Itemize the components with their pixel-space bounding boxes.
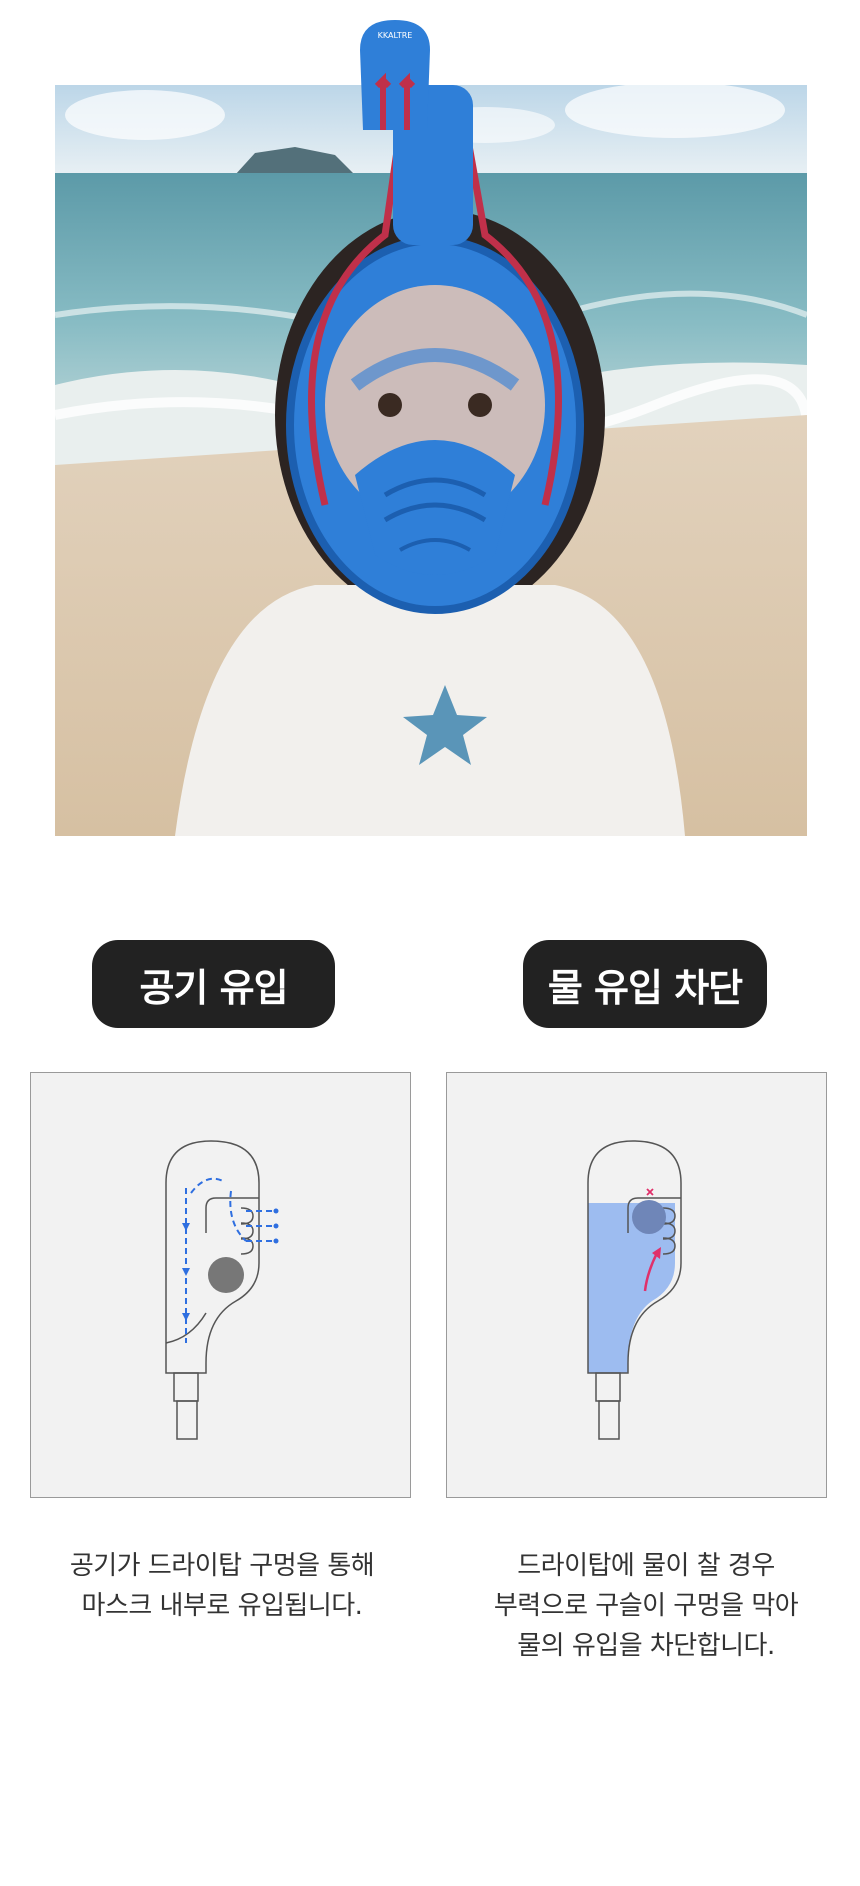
air-intake-badge: 공기 유입: [92, 940, 335, 1028]
caption-line: 드라이탑에 물이 찰 경우: [517, 1551, 775, 1581]
caption-line: 공기가 드라이탑 구멍을 통해: [69, 1551, 375, 1581]
float-ball: [632, 1200, 666, 1234]
block-x-icon: [646, 1188, 654, 1196]
caption-line: 물의 유입을 차단합니다.: [517, 1631, 775, 1661]
snorkel-drytop-outline: [165, 1140, 260, 1440]
water-block-badge: 물 유입 차단: [523, 940, 767, 1028]
hero-image: KKALTRE: [55, 20, 807, 836]
caption-line: 부력으로 구슬이 구멍을 막아: [493, 1591, 799, 1621]
beach-photo: [55, 85, 807, 836]
photo-illustration: [55, 85, 807, 836]
float-ball: [208, 1257, 244, 1293]
air-intake-diagram: [30, 1072, 411, 1498]
water-block-diagram: [446, 1072, 827, 1498]
caption-line: 마스크 내부로 유입됩니다.: [81, 1591, 363, 1621]
mask-brand-label: KKALTRE: [378, 31, 413, 40]
snorkel-tip: KKALTRE: [355, 20, 435, 130]
air-intake-caption: 공기가 드라이탑 구멍을 통해 마스크 내부로 유입됩니다.: [22, 1546, 422, 1626]
water-block-caption: 드라이탑에 물이 찰 경우 부력으로 구슬이 구멍을 막아 물의 유입을 차단합…: [446, 1546, 846, 1666]
water-fill: [588, 1203, 675, 1373]
